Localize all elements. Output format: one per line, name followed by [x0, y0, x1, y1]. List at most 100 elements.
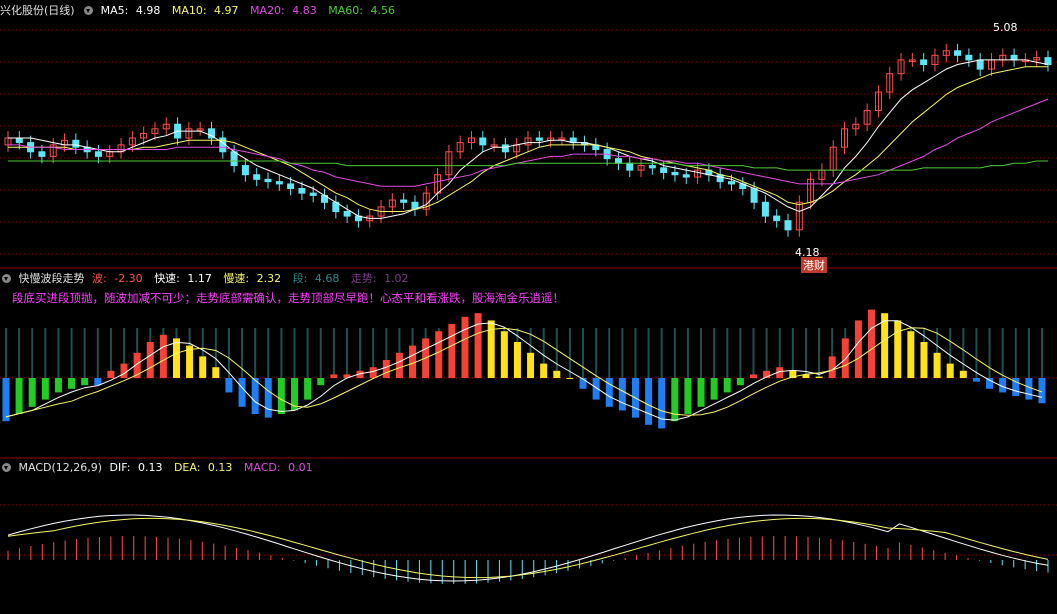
wave-bar	[697, 378, 705, 407]
segment-bar	[765, 328, 768, 378]
segment-bar	[686, 328, 689, 378]
wave-bar	[907, 331, 915, 378]
wave-bar	[159, 334, 167, 378]
wave-bar	[330, 374, 338, 378]
stock-title: 兴化股份(日线)	[0, 4, 75, 17]
segment-bar	[57, 328, 60, 378]
segment-bar	[83, 328, 86, 378]
segment-bar	[713, 328, 716, 378]
segment-bar	[988, 328, 991, 378]
segment-bar	[673, 328, 676, 378]
ma20-label: MA20:	[250, 4, 285, 17]
wave-bar	[107, 370, 115, 378]
wave-bar	[645, 378, 653, 425]
segment-bar	[1041, 328, 1043, 378]
segment-bar	[962, 328, 965, 378]
high-price-marker: 5.08	[993, 21, 1018, 34]
wave-title: 快慢波段走势	[18, 272, 85, 285]
wave-bar	[1025, 378, 1033, 400]
trend-label: 走势:	[350, 272, 377, 285]
ma5-readout: MA5: 4.98	[101, 4, 165, 17]
segment-bar	[568, 328, 571, 378]
segment-bar	[345, 328, 348, 378]
wave-bar	[815, 376, 823, 378]
candle-down	[230, 151, 238, 167]
candle-down	[264, 178, 272, 183]
wave-bar	[461, 316, 469, 378]
wave-bar	[658, 378, 666, 429]
segment-bar	[5, 328, 7, 378]
wave-bar	[146, 342, 154, 378]
candle-down	[309, 192, 317, 196]
candle-down	[614, 158, 622, 164]
trend-readout: 走势: 1.02	[351, 272, 413, 285]
segment-bar	[634, 328, 637, 378]
ma60-readout: MA60: 4.56	[328, 4, 399, 17]
dea-value: 0.13	[207, 461, 233, 474]
ma-settings-icon[interactable]	[84, 6, 94, 15]
wave-bar	[120, 363, 128, 378]
wave-bar	[736, 378, 744, 386]
wave-bar	[435, 331, 443, 378]
candle-down	[400, 199, 408, 203]
trend-value: 1.02	[384, 272, 409, 285]
wave-bar	[618, 378, 626, 411]
segment-readout: 段: 4.68	[293, 272, 344, 285]
chart-canvas[interactable]	[0, 0, 1057, 614]
segment-bar	[975, 328, 978, 378]
news-tag[interactable]: 港财	[801, 257, 827, 273]
segment-bar	[293, 328, 296, 378]
segment-bar	[804, 328, 807, 378]
wave-bar	[68, 378, 76, 389]
segment-bar	[660, 328, 663, 378]
wave-bar	[684, 378, 692, 414]
candle-down	[287, 183, 295, 190]
wave-bar	[304, 378, 312, 400]
candle-down	[671, 171, 679, 176]
segment-bar	[319, 328, 322, 378]
wave-bar	[828, 356, 836, 378]
wave-settings-icon[interactable]	[2, 274, 11, 283]
candle-down	[761, 201, 769, 217]
segment-bar	[647, 328, 650, 378]
macd-value: 0.01	[288, 461, 313, 474]
candle-down	[976, 59, 984, 70]
wave-bar	[946, 363, 954, 378]
candle-down	[72, 139, 80, 148]
candle-down	[784, 220, 792, 231]
fast-label: 快速:	[154, 272, 180, 285]
candle-down	[1010, 54, 1018, 61]
segment-bar	[18, 328, 21, 378]
wave-bar	[251, 378, 259, 414]
wave-bar	[474, 313, 482, 378]
segment-bar	[1014, 328, 1017, 378]
ma20-readout: MA20: 4.83	[250, 4, 321, 17]
fast-value: 1.17	[187, 272, 212, 285]
slow-readout: 慢速: 2.32	[223, 272, 285, 285]
segment-bar	[31, 328, 34, 378]
segment-bar	[96, 328, 99, 378]
wave-bar	[54, 378, 62, 393]
candle-down	[920, 59, 928, 66]
candle-down	[275, 181, 283, 185]
segment-value: 4.68	[314, 272, 340, 285]
ma10-value: 4.97	[214, 4, 239, 17]
wave-bar	[395, 352, 403, 378]
wave-bar	[566, 378, 574, 379]
wave-bar	[264, 378, 272, 418]
segment-bar	[608, 328, 611, 378]
candle-down	[253, 174, 261, 180]
segment-bar	[306, 328, 309, 378]
wave-bar	[172, 338, 180, 378]
wave-bar	[448, 324, 456, 378]
dif-label: DIF:	[109, 461, 131, 474]
macd-settings-icon[interactable]	[2, 463, 11, 472]
wave-bar	[212, 367, 220, 378]
segment-bar	[44, 328, 47, 378]
candle-down	[298, 188, 306, 194]
wave-bar	[500, 331, 508, 378]
wave-bar	[81, 378, 89, 386]
macd-panel-header: MACD(12,26,9) DIF: 0.13 DEA: 0.13 MACD: …	[0, 460, 321, 476]
wave-bar	[881, 313, 889, 378]
ma10-readout: MA10: 4.97	[172, 4, 243, 17]
